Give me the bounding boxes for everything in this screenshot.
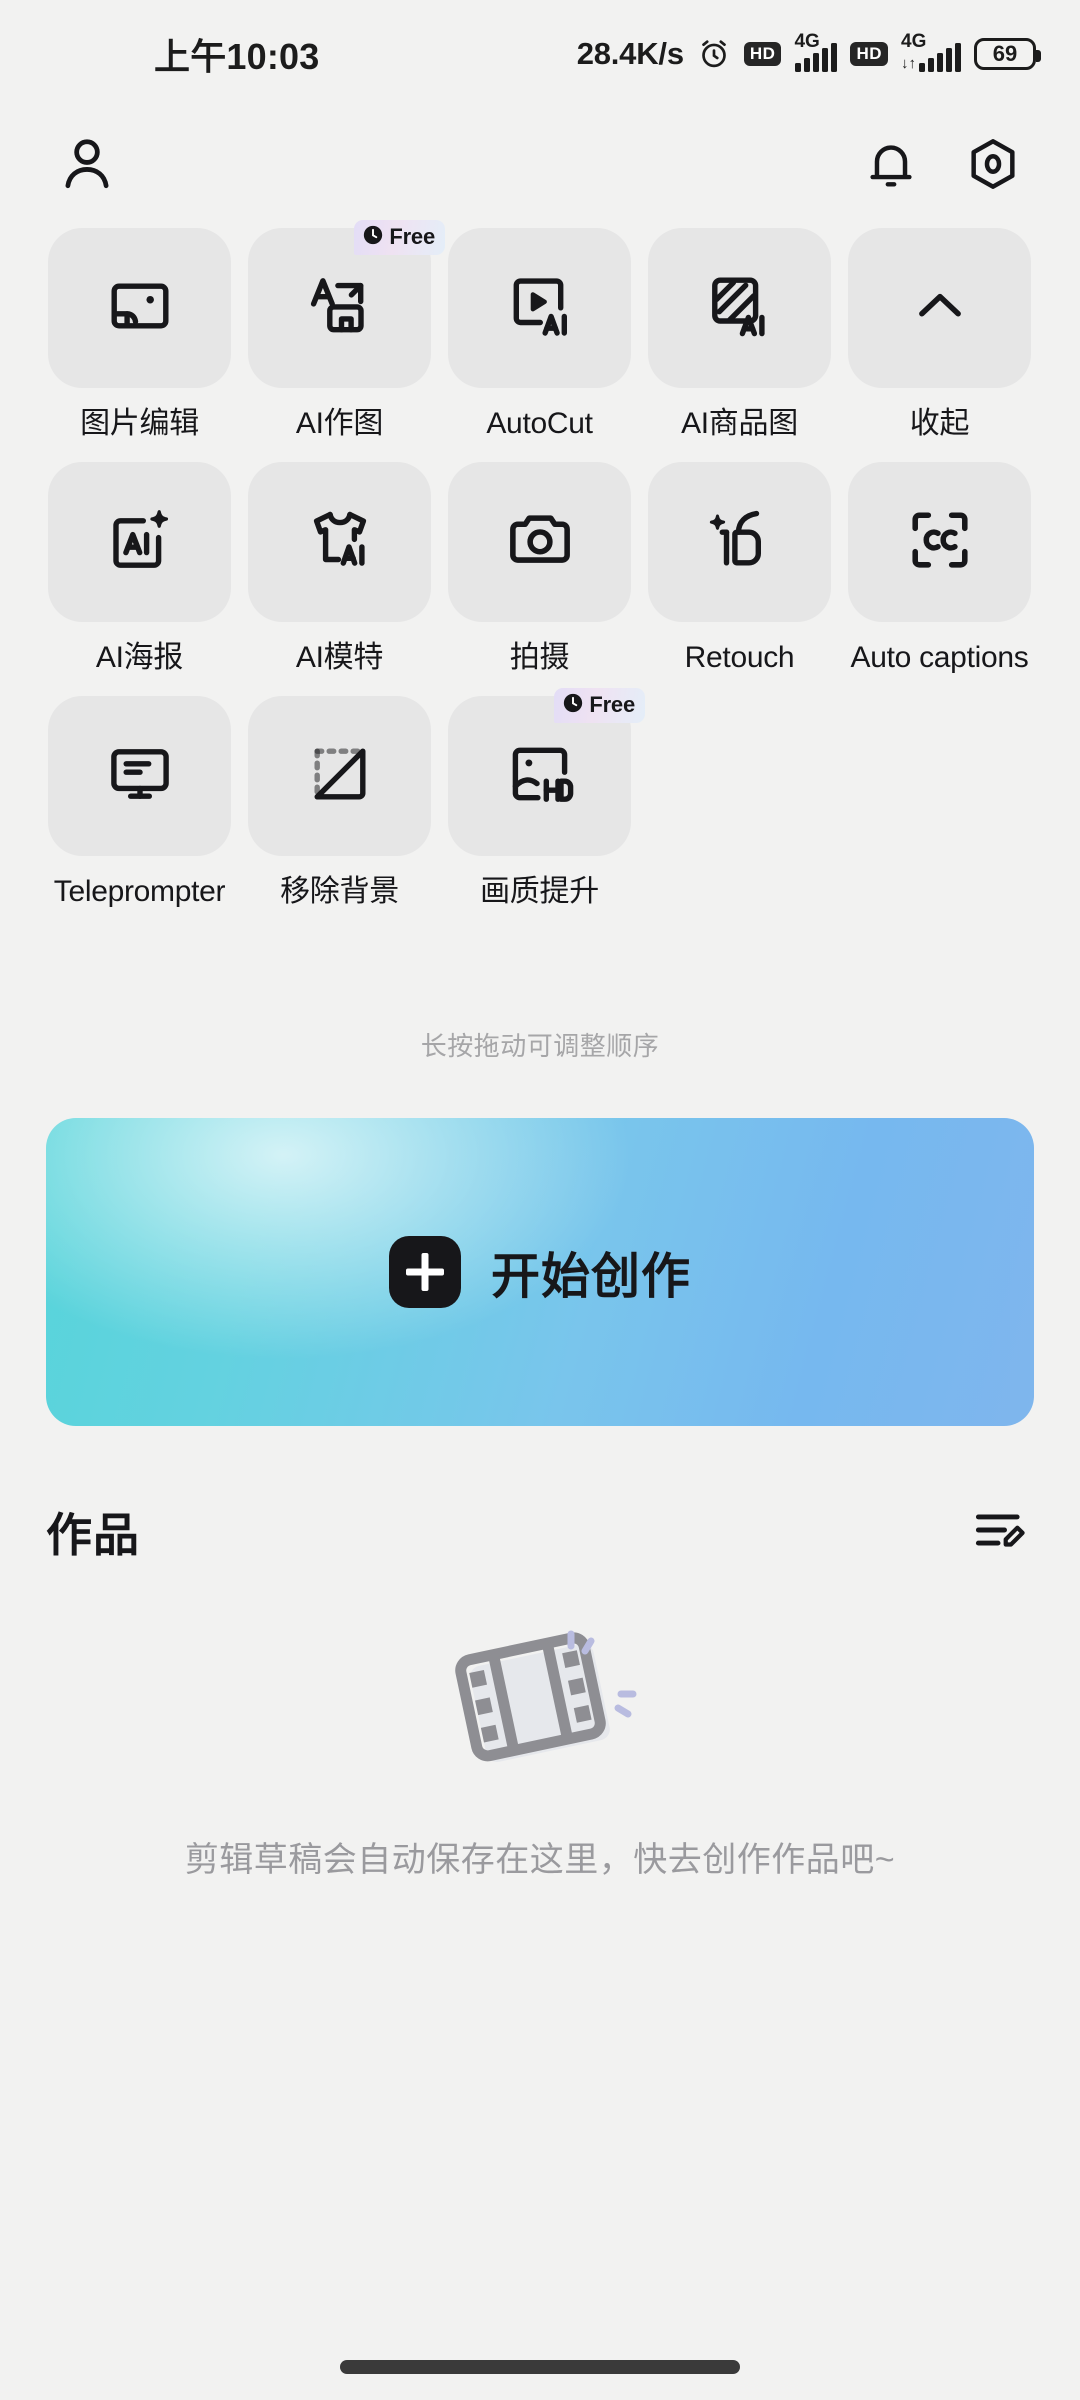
battery-percent-label: 69 [992, 41, 1018, 66]
ai-product-image-icon [704, 270, 776, 347]
hd-enhance-icon [504, 738, 576, 815]
tool-grid: 图片编辑 Free AI作图 AutoCut AI商品图 收起 AI海报 AI模… [48, 220, 1032, 910]
tool-tile [448, 462, 631, 622]
free-badge-label: Free [389, 224, 435, 249]
settings-button[interactable] [954, 127, 1032, 205]
tool-tile [848, 462, 1031, 622]
home-indicator[interactable] [340, 2360, 740, 2374]
tool-label: 收起 [909, 407, 970, 440]
profile-button[interactable] [48, 127, 126, 205]
tool-ai-product-image[interactable]: AI商品图 [648, 228, 831, 442]
works-empty-message: 剪辑草稿会自动保存在这里，快去创作作品吧~ [184, 1841, 896, 1879]
ai-text-to-image-icon [304, 270, 376, 347]
film-strip-icon [425, 1608, 655, 1798]
tool-collapse[interactable]: 收起 [848, 228, 1031, 442]
closed-caption-icon [905, 505, 975, 580]
chevron-up-icon [907, 273, 973, 344]
tool-tile [48, 462, 231, 622]
teleprompter-icon [104, 738, 176, 815]
tool-label: AI海报 [95, 641, 184, 674]
network-speed-label: 28.4K/s [576, 36, 684, 71]
app-header [0, 112, 1080, 220]
tool-auto-captions[interactable]: Auto captions [848, 462, 1031, 676]
works-empty-state: 剪辑草稿会自动保存在这里，快去创作作品吧~ [0, 1608, 1080, 1887]
ai-model-shirt-icon [304, 504, 376, 581]
ai-poster-icon [104, 504, 176, 581]
start-creating-label: 开始创作 [490, 1249, 691, 1304]
alarm-clock-icon [697, 37, 731, 71]
tool-tile [248, 462, 431, 622]
tool-label: AutoCut [486, 407, 593, 440]
tool-label: 拍摄 [509, 641, 570, 674]
sim1-network-label: 4G [794, 31, 820, 52]
tool-ai-poster[interactable]: AI海报 [48, 462, 231, 676]
start-creating-button[interactable]: 开始创作 [46, 1118, 1034, 1426]
data-transfer-arrows-icon: ↓↑ [901, 54, 916, 72]
tool-tile: Free [248, 220, 445, 388]
tool-camera[interactable]: 拍摄 [448, 462, 631, 676]
tool-teleprompter[interactable]: Teleprompter [48, 696, 231, 910]
sim1-signal-icon: 4G [794, 32, 838, 72]
free-badge: Free [354, 220, 445, 255]
tool-quality-enhance[interactable]: Free 画质提升 [448, 688, 645, 910]
edit-list-icon [970, 1502, 1026, 1563]
free-badge-label: Free [589, 692, 635, 717]
free-badge: Free [554, 688, 645, 723]
header-actions [852, 127, 1032, 205]
tool-tile [848, 228, 1031, 388]
sim2-signal-icon: 4G ↓↑ [901, 32, 961, 72]
tool-tile [648, 462, 831, 622]
tool-ai-image[interactable]: Free AI作图 [248, 220, 445, 442]
status-bar-time: 上午10:03 [154, 36, 320, 77]
autocut-ai-icon [504, 270, 576, 347]
tool-label: Auto captions [850, 641, 1029, 674]
battery-icon: 69 [974, 38, 1041, 70]
tool-label: 图片编辑 [80, 407, 199, 440]
plus-icon [388, 1236, 461, 1308]
drag-reorder-hint: 长按拖动可调整顺序 [420, 1031, 660, 1061]
tool-tile [48, 228, 231, 388]
tool-label: AI作图 [295, 407, 384, 440]
tool-label: 移除背景 [280, 875, 399, 908]
tool-tile [648, 228, 831, 388]
tool-label: AI商品图 [681, 407, 798, 440]
sim1-hd-badge: HD [743, 42, 782, 66]
bell-icon [862, 135, 920, 198]
tool-tile [248, 696, 431, 856]
retouch-face-icon [704, 504, 776, 581]
tool-remove-background[interactable]: 移除背景 [248, 696, 431, 910]
notification-button[interactable] [852, 127, 930, 205]
tool-tile: Free [448, 688, 645, 856]
tool-label: AI模特 [295, 641, 384, 674]
tool-tile [448, 228, 631, 388]
app-screen: 上午10:03 28.4K/s HD 4G HD 4G ↓↑ 69 图片编辑 F… [0, 0, 1080, 2400]
tool-ai-model[interactable]: AI模特 [248, 462, 431, 676]
sim2-hd-badge: HD [850, 42, 888, 66]
clock-icon [562, 692, 584, 718]
status-bar-indicators: 28.4K/s HD 4G HD 4G ↓↑ 69 [576, 32, 1041, 72]
tool-autocut[interactable]: AutoCut [448, 228, 631, 442]
tool-label: Teleprompter [53, 875, 226, 908]
camera-icon [503, 503, 577, 582]
tool-image-edit[interactable]: 图片编辑 [48, 228, 231, 442]
works-title: 作品 [46, 1509, 140, 1561]
status-bar: 上午10:03 28.4K/s HD 4G HD 4G ↓↑ 69 [0, 0, 1080, 108]
tool-label: 画质提升 [480, 875, 599, 908]
person-icon [56, 133, 118, 200]
image-edit-icon [104, 270, 176, 347]
tool-tile [48, 696, 231, 856]
tool-retouch[interactable]: Retouch [648, 462, 831, 676]
works-section-header: 作品 [46, 1492, 1034, 1572]
sim2-network-label: 4G [901, 31, 927, 52]
works-manage-button[interactable] [962, 1496, 1034, 1568]
tool-label: Retouch [684, 641, 795, 674]
remove-background-icon [304, 738, 376, 815]
hexagon-gear-icon [964, 135, 1022, 198]
clock-icon [362, 224, 384, 250]
